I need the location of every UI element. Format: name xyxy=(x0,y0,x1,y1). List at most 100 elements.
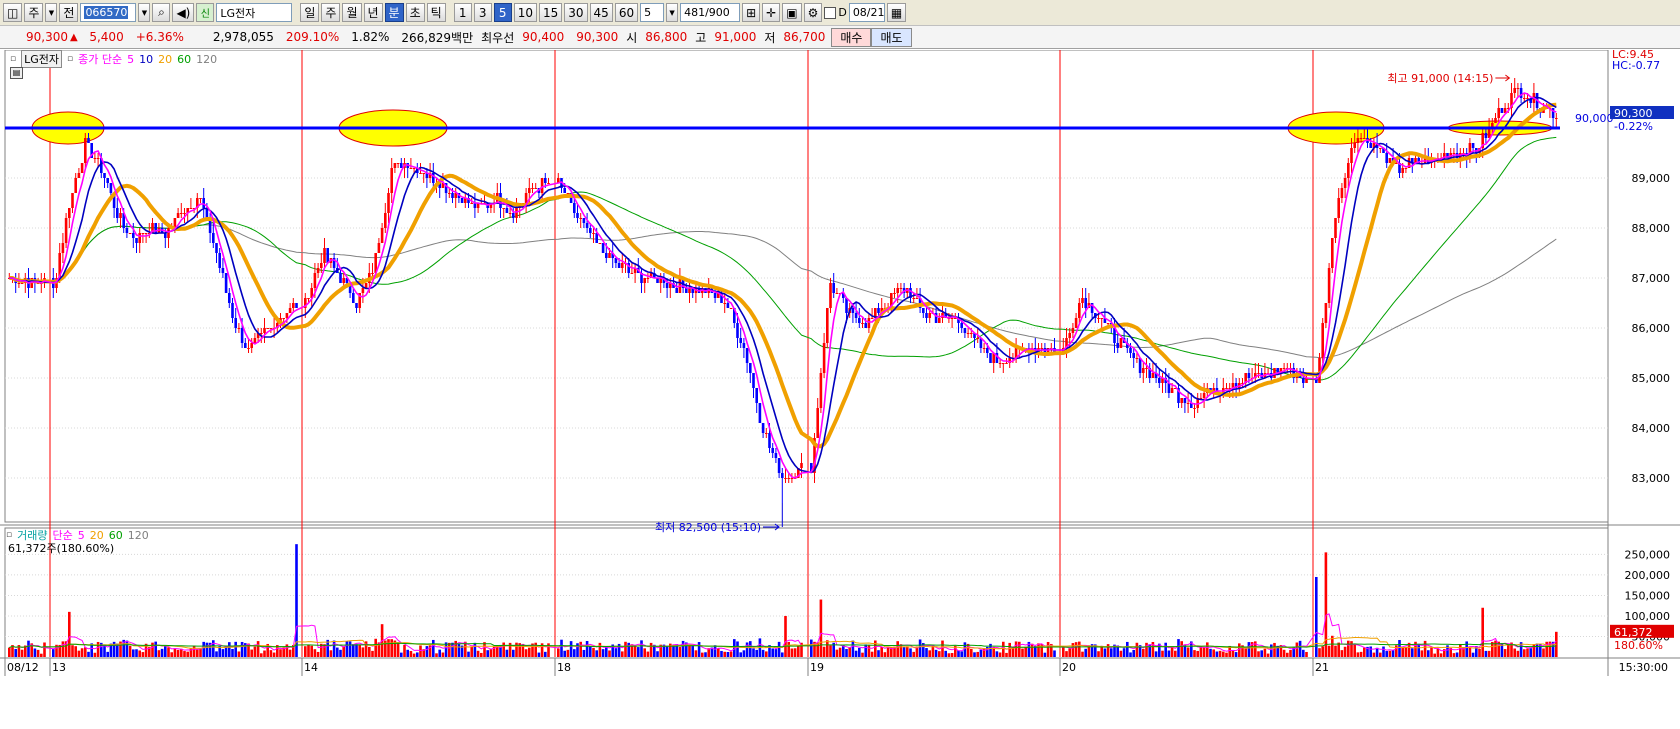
count-select[interactable]: 5 xyxy=(640,3,665,22)
volume-bar xyxy=(864,644,867,657)
candle-body xyxy=(1078,303,1081,318)
volume-bar xyxy=(1375,647,1379,657)
crosshair-icon[interactable]: ✛ xyxy=(762,3,781,22)
volume-bar xyxy=(925,648,928,657)
volume-bar xyxy=(867,644,871,657)
stock-code-input[interactable]: 066570 xyxy=(80,3,137,22)
volume-bar xyxy=(1135,642,1139,657)
volume-bar xyxy=(1433,653,1436,657)
prev-button[interactable]: 전 xyxy=(59,3,79,22)
volume-bar xyxy=(1174,650,1177,657)
candle-body xyxy=(253,338,257,343)
candle-body xyxy=(515,208,518,218)
gear-icon[interactable]: ⚙ xyxy=(803,3,823,22)
data-count-value: 481 xyxy=(684,6,706,19)
volume-bar xyxy=(557,648,560,657)
chart-menu-icon[interactable]: ◫ xyxy=(3,3,23,22)
volume-bar xyxy=(1122,648,1126,657)
date-input[interactable]: 08/21 xyxy=(848,3,885,22)
volume-bar xyxy=(979,649,983,657)
volume-bar xyxy=(1065,651,1068,657)
interval-5-button[interactable]: 5 xyxy=(493,3,512,22)
chart-canvas[interactable]: 89,000 88,000 87,000 86,000 85,000 84,000 83,0… xyxy=(0,49,1680,726)
volume-bar xyxy=(1388,650,1392,657)
candle-body xyxy=(547,183,550,184)
interval-15-button[interactable]: 15 xyxy=(538,3,563,22)
period-month-button[interactable]: 월 xyxy=(342,3,362,22)
interval-60-button[interactable]: 60 xyxy=(614,3,639,22)
sell-button[interactable]: 매도 xyxy=(871,27,912,47)
period-minute-button[interactable]: 분 xyxy=(384,3,404,22)
save-icon[interactable]: ▣ xyxy=(782,3,802,22)
high-note: 최고 91,000 (14:15) xyxy=(1387,72,1493,85)
candle-body xyxy=(534,188,537,189)
volume-bar xyxy=(202,641,205,657)
volume-y-tick: 100,000 xyxy=(1625,610,1671,623)
candle-body xyxy=(1471,143,1475,148)
sound-icon[interactable]: ◀) xyxy=(172,3,195,22)
candle-body xyxy=(608,253,611,258)
volume-bar xyxy=(176,649,180,657)
chart-area[interactable]: 89,000 88,000 87,000 86,000 85,000 84,000 83,0… xyxy=(0,48,1680,726)
volume-bar xyxy=(755,649,758,657)
volume-bar xyxy=(304,646,307,657)
data-count-field[interactable]: 481/900 xyxy=(680,3,741,22)
candle-body xyxy=(832,283,835,293)
interval-1-button[interactable]: 1 xyxy=(453,3,472,22)
volume-bar xyxy=(435,653,438,657)
candle-settings-icon[interactable]: ⊞ xyxy=(742,3,761,22)
candle-body xyxy=(1356,138,1360,143)
date-checkbox[interactable] xyxy=(824,6,837,19)
interval-3-button[interactable]: 3 xyxy=(473,3,492,22)
volume-bar xyxy=(726,651,730,657)
interval-45-button[interactable]: 45 xyxy=(589,3,613,22)
period-tick-button[interactable]: 틱 xyxy=(426,3,446,22)
candle-body xyxy=(938,318,941,323)
volume-bar xyxy=(1286,652,1289,657)
search-icon[interactable]: ⌕ xyxy=(152,3,171,22)
candle-body xyxy=(563,188,566,193)
volume-bar xyxy=(457,643,461,657)
volume-bar xyxy=(1081,651,1084,657)
interval-30-button[interactable]: 30 xyxy=(564,3,588,22)
period-year-button[interactable]: 년 xyxy=(363,3,383,22)
candle-body xyxy=(1401,168,1404,173)
panel-settings-icon[interactable]: ▤ xyxy=(10,67,23,79)
candle-body xyxy=(540,178,544,193)
volume-bar xyxy=(605,646,608,657)
volume-bar xyxy=(947,653,951,657)
candle-body xyxy=(1202,393,1206,398)
volume-bar xyxy=(544,651,547,657)
volume-bar xyxy=(36,649,40,657)
period-day-button[interactable]: 일 xyxy=(300,3,320,22)
stock-name-field[interactable]: LG전자 xyxy=(216,3,293,22)
period-week-button[interactable]: 주 xyxy=(321,3,341,22)
count-select-dropdown[interactable]: ▼ xyxy=(666,3,679,22)
buy-button[interactable]: 매수 xyxy=(831,27,872,47)
period-second-button[interactable]: 초 xyxy=(405,3,425,22)
period-main-button[interactable]: 주 xyxy=(24,3,44,22)
interval-10-button[interactable]: 10 xyxy=(513,3,537,22)
ma5-line xyxy=(9,92,1557,479)
volume-bar xyxy=(1037,643,1040,657)
candle-body xyxy=(1257,373,1260,374)
stock-code-dropdown[interactable]: ▼ xyxy=(138,3,151,22)
volume-bar xyxy=(640,640,643,657)
volume-bar xyxy=(1535,643,1539,657)
candle-body xyxy=(109,183,113,193)
price-panel-name[interactable]: LG전자 xyxy=(21,50,63,68)
candle-body xyxy=(119,213,122,218)
volume-bar xyxy=(970,648,973,657)
candle-body xyxy=(1074,318,1078,328)
candle-body xyxy=(269,328,273,329)
period-main-dropdown[interactable]: ▼ xyxy=(45,3,58,22)
volume-bar xyxy=(27,640,30,657)
volume-bar xyxy=(84,647,87,657)
candle-body xyxy=(144,233,148,234)
candle-body xyxy=(1331,238,1334,268)
candle-body xyxy=(986,348,989,353)
candle-body xyxy=(765,433,768,434)
calendar-icon[interactable]: ▦ xyxy=(886,3,907,22)
stock-badge[interactable]: 신 xyxy=(196,3,215,22)
volume-bar xyxy=(1263,648,1267,657)
